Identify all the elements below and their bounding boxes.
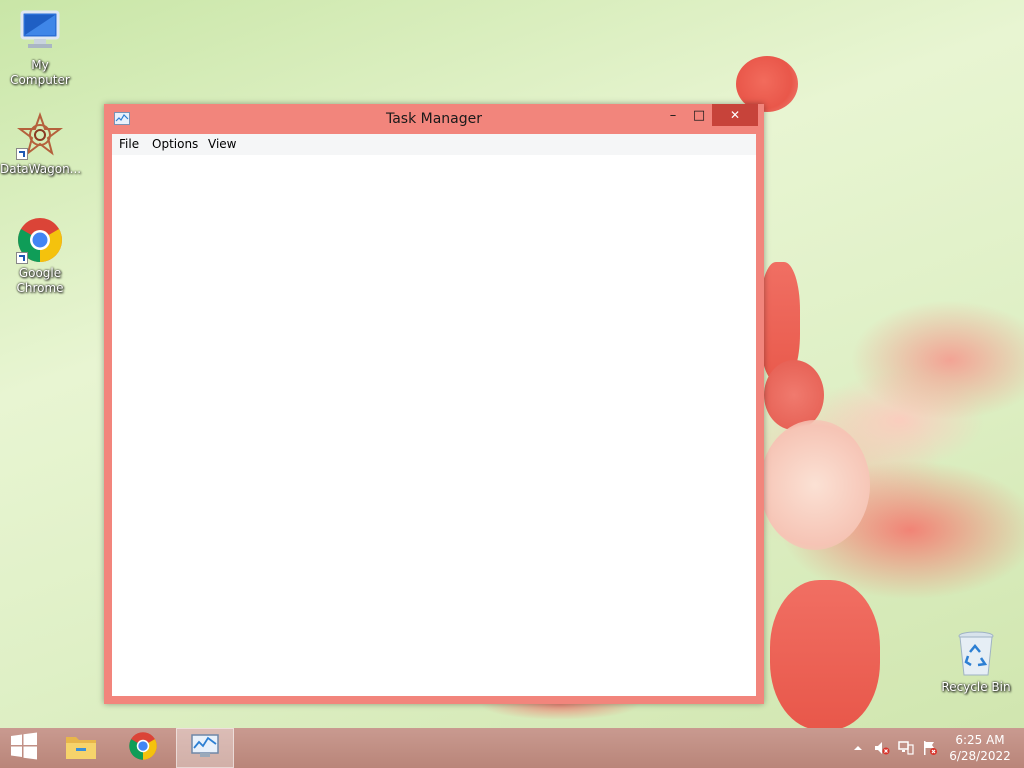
computer-icon	[16, 8, 64, 56]
desktop-icon-google-chrome[interactable]: Google Chrome	[0, 216, 80, 296]
start-icon	[10, 732, 38, 764]
datawagon-icon	[16, 112, 64, 160]
desktop-icon-label: Google Chrome	[16, 266, 64, 295]
shortcut-arrow-icon	[16, 252, 28, 264]
minimize-icon: –	[669, 107, 677, 123]
wallpaper-petal	[760, 420, 870, 550]
shortcut-arrow-icon	[16, 148, 28, 160]
desktop-icon-label: Recycle Bin	[941, 680, 1011, 694]
taskbar: 6:25 AM 6/28/2022	[0, 728, 1024, 768]
chrome-icon	[16, 216, 64, 264]
wallpaper-petal	[850, 300, 1024, 420]
clock-time: 6:25 AM	[955, 733, 1005, 747]
maximize-icon: □	[692, 107, 706, 123]
menu-file[interactable]: File	[119, 137, 139, 151]
taskbar-task-manager[interactable]	[176, 728, 234, 768]
close-button[interactable]: ✕	[712, 104, 758, 126]
action-center-icon[interactable]	[922, 740, 938, 756]
window-client-area	[112, 155, 756, 696]
task-manager-icon	[190, 733, 220, 763]
file-explorer-icon	[64, 731, 98, 765]
recycle-bin-icon	[954, 630, 998, 678]
chevron-up-icon[interactable]	[850, 740, 866, 756]
taskbar-clock[interactable]: 6:25 AM 6/28/2022	[940, 732, 1020, 764]
desktop-icon-label: My Computer	[10, 58, 70, 87]
desktop-icon-datawagon[interactable]: DataWagon...	[0, 112, 82, 177]
taskbar-chrome[interactable]	[114, 728, 172, 768]
desktop: My Computer DataWagon... Google Chrome R…	[0, 0, 1024, 768]
close-icon: ✕	[729, 108, 741, 122]
wallpaper-petal	[770, 580, 880, 730]
volume-muted-icon[interactable]	[874, 740, 890, 756]
chrome-icon	[128, 731, 158, 765]
minimize-button[interactable]: –	[660, 104, 686, 126]
desktop-icon-my-computer[interactable]: My Computer	[0, 8, 80, 88]
taskbar-file-explorer[interactable]	[52, 728, 110, 768]
menu-options[interactable]: Options	[152, 137, 198, 151]
desktop-icon-recycle-bin[interactable]: Recycle Bin	[936, 630, 1016, 695]
clock-date: 6/28/2022	[949, 749, 1011, 763]
maximize-button[interactable]: □	[686, 104, 712, 126]
start-button[interactable]	[0, 728, 48, 768]
menu-view[interactable]: View	[208, 137, 236, 151]
desktop-icon-label: DataWagon...	[0, 162, 82, 176]
network-icon[interactable]	[898, 740, 914, 756]
menu-bar: File Options View	[112, 134, 756, 156]
window-titlebar[interactable]: Task Manager – □ ✕	[104, 104, 764, 134]
task-manager-window: Task Manager – □ ✕ File Options View	[104, 104, 764, 704]
